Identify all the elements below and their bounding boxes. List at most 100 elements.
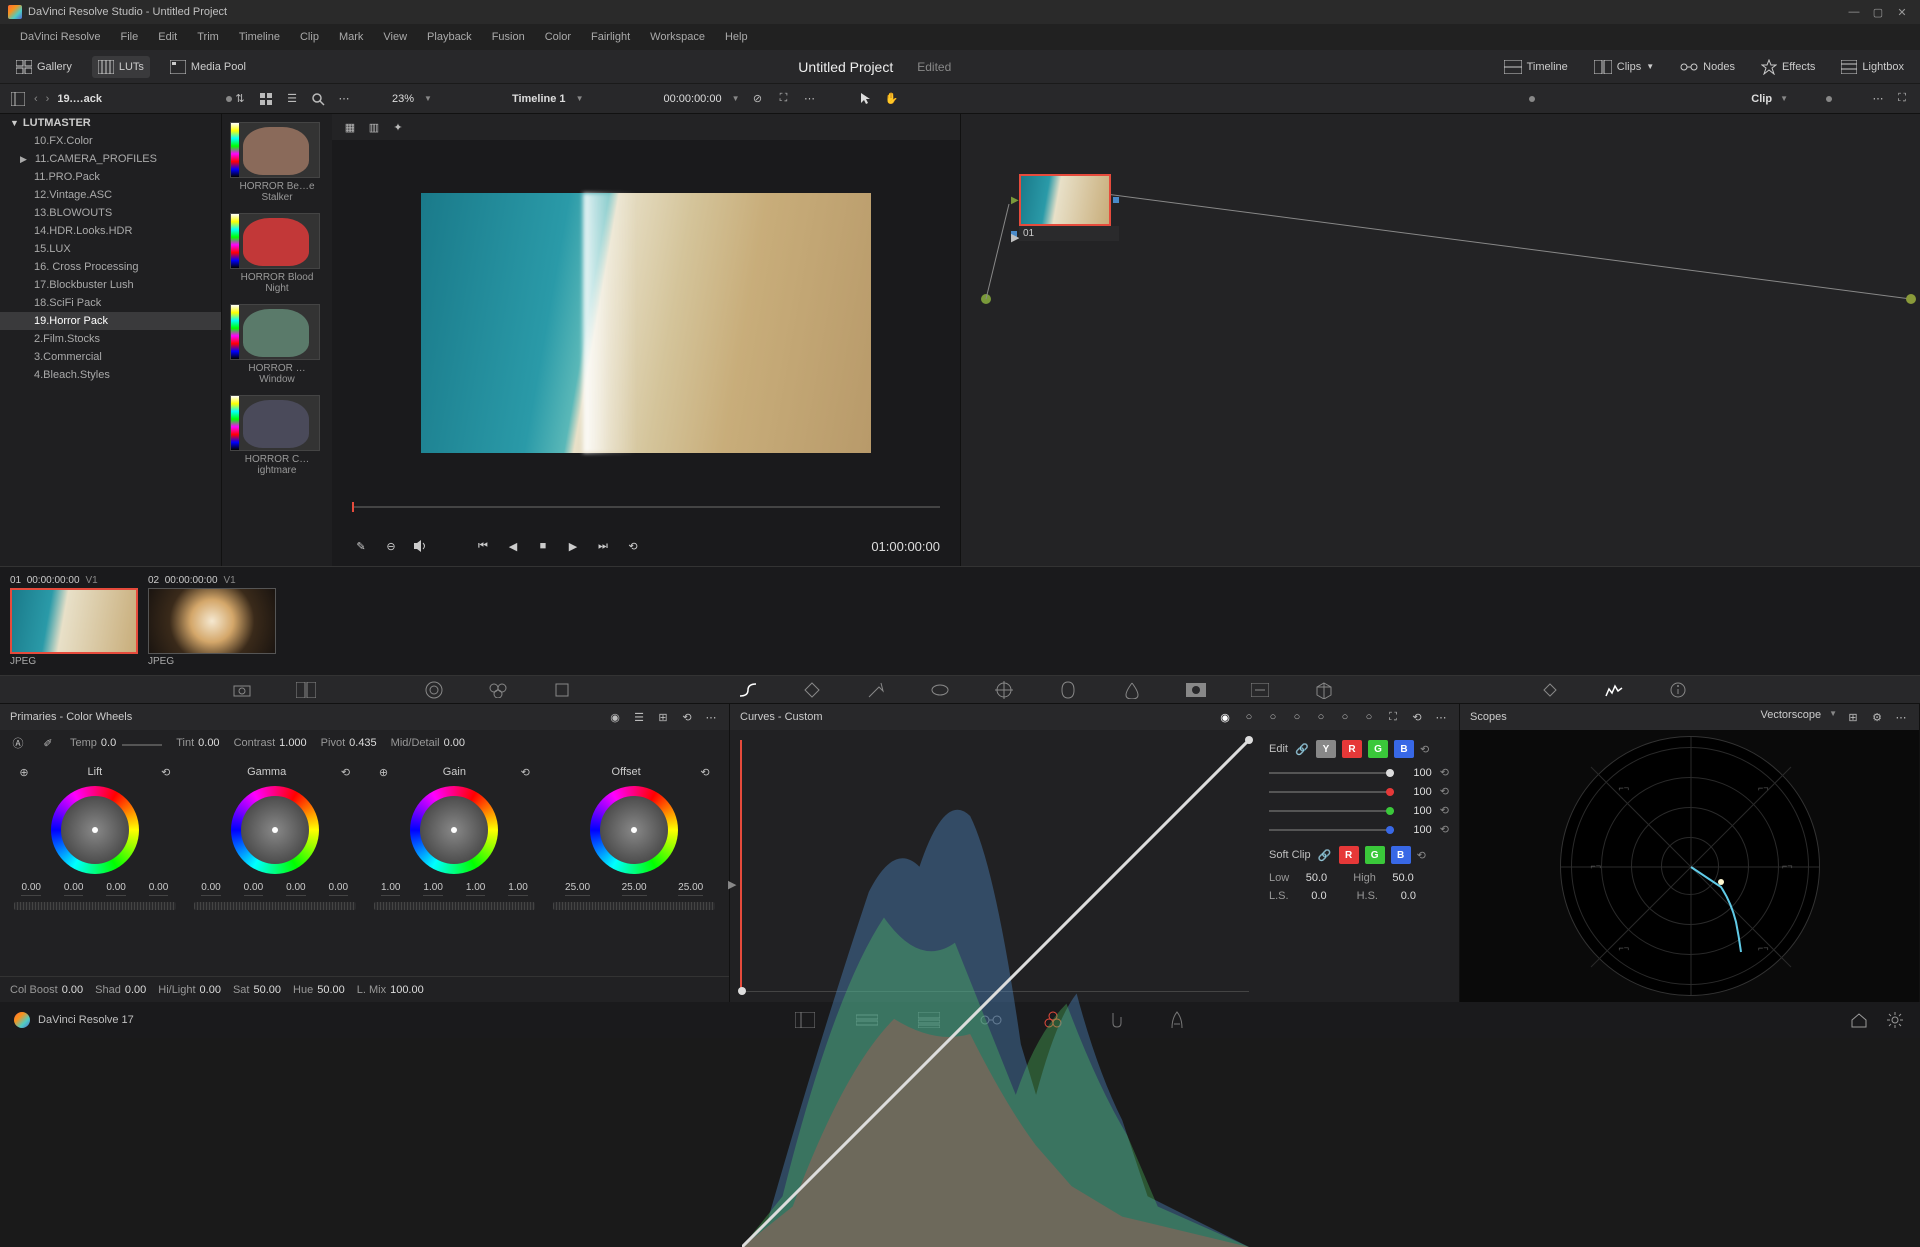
clip-slot[interactable]: 02 00:00:00:00V1 JPEG [148, 573, 276, 669]
menu-playback[interactable]: Playback [417, 24, 482, 50]
curve-mode2-icon[interactable]: ○ [1265, 709, 1281, 725]
curve-mode5-icon[interactable]: ○ [1337, 709, 1353, 725]
scope-chevron-icon[interactable]: ▼ [1829, 709, 1837, 725]
offset-master-wheel[interactable] [553, 902, 715, 910]
menu-fairlight[interactable]: Fairlight [581, 24, 640, 50]
curve-point-white[interactable] [1245, 736, 1253, 744]
r-channel-button[interactable]: R [1342, 740, 1362, 758]
lut-folder-item[interactable]: 15.LUX [0, 240, 221, 258]
menu-help[interactable]: Help [715, 24, 758, 50]
offset-reset-icon[interactable]: ⟲ [697, 764, 713, 780]
edit-reset-icon[interactable]: ⟲ [1420, 743, 1429, 756]
hdr-wheels-icon[interactable] [423, 679, 445, 701]
color-wheels-icon[interactable] [359, 679, 381, 701]
y-channel-button[interactable]: Y [1316, 740, 1336, 758]
clip-label[interactable]: Clip [1751, 93, 1772, 105]
gamma-wheel[interactable] [231, 786, 319, 874]
lut-folder-item[interactable]: 12.Vintage.ASC [0, 186, 221, 204]
camera-raw-icon[interactable] [231, 679, 253, 701]
gain-master-wheel[interactable] [374, 902, 536, 910]
lightbox-button[interactable]: Lightbox [1835, 56, 1910, 78]
node-more-icon[interactable]: ⋯ [1870, 91, 1886, 107]
magic-mask-icon[interactable] [1057, 679, 1079, 701]
auto-balance-icon[interactable]: Ⓐ [10, 735, 26, 751]
curve-graph[interactable]: ▶ [740, 740, 1249, 992]
nodes-button[interactable]: Nodes [1674, 56, 1741, 78]
viewer-canvas[interactable] [332, 140, 960, 506]
sc-r-button[interactable]: R [1339, 846, 1359, 864]
gamma-reset-icon[interactable]: ⟲ [338, 764, 354, 780]
home-button[interactable] [1848, 1009, 1870, 1031]
softclip-ls[interactable]: 0.0 [1297, 890, 1327, 902]
lut-folder-item[interactable]: 2.Film.Stocks [0, 330, 221, 348]
menu-fusion[interactable]: Fusion [482, 24, 535, 50]
menu-view[interactable]: View [373, 24, 417, 50]
3d-icon[interactable] [1313, 679, 1335, 701]
back-button[interactable]: ‹ [34, 93, 38, 105]
lut-thumb[interactable]: HORROR … Window [230, 304, 324, 385]
primaries-more-icon[interactable]: ⋯ [703, 709, 719, 725]
tint-value[interactable]: 0.00 [198, 737, 219, 749]
pivot-value[interactable]: 0.435 [349, 737, 377, 749]
menu-clip[interactable]: Clip [290, 24, 329, 50]
playhead[interactable] [352, 502, 354, 512]
lut-folder-item[interactable]: 18.SciFi Pack [0, 294, 221, 312]
luts-button[interactable]: LUTs [92, 56, 150, 78]
menu-workspace[interactable]: Workspace [640, 24, 715, 50]
softclip-link-icon[interactable]: 🔗 [1317, 847, 1333, 863]
g-reset-icon[interactable]: ⟲ [1440, 804, 1449, 817]
window-icon[interactable] [929, 679, 951, 701]
bars-mode-icon[interactable]: ☰ [631, 709, 647, 725]
softclip-low[interactable]: 50.0 [1297, 872, 1327, 884]
b-channel-button[interactable]: B [1394, 740, 1414, 758]
lift-master-wheel[interactable] [14, 902, 176, 910]
shad-value[interactable]: 0.00 [125, 984, 146, 996]
luts-folder-header[interactable]: ▼ LUTMASTER [0, 114, 221, 132]
gamma-master-wheel[interactable] [194, 902, 356, 910]
maximize-button[interactable]: ▢ [1868, 4, 1888, 20]
scope-more-icon[interactable]: ⋯ [1893, 709, 1909, 725]
clip-slot[interactable]: 01 00:00:00:00V1 JPEG [10, 573, 138, 669]
menu-davinci[interactable]: DaVinci Resolve [10, 24, 111, 50]
project-settings-button[interactable] [1884, 1009, 1906, 1031]
vectorscope[interactable]: ⌐¬ ⌐¬ ⌐¬ ⌐¬ ⌐¬ ⌐¬ [1560, 736, 1820, 996]
sidebar-toggle-icon[interactable] [10, 91, 26, 107]
curve-custom-icon[interactable]: ◉ [1217, 709, 1233, 725]
corrector-node[interactable]: ▶ ▶01 [1011, 174, 1119, 241]
g-intensity[interactable]: 100 [1402, 805, 1432, 817]
timeline-name[interactable]: Timeline 1 [512, 93, 566, 105]
gain-picker-icon[interactable]: ⊕ [376, 764, 392, 780]
keyframe-icon[interactable] [1539, 679, 1561, 701]
scope-settings-icon[interactable]: ⚙ [1869, 709, 1885, 725]
clips-button[interactable]: Clips ▼ [1588, 56, 1660, 78]
forward-button[interactable]: › [46, 93, 50, 105]
lmix-value[interactable]: 100.00 [390, 984, 424, 996]
y-intensity[interactable]: 100 [1402, 767, 1432, 779]
play-button[interactable]: ▶ [564, 537, 582, 555]
wand-icon[interactable]: ✦ [390, 119, 406, 135]
color-match-icon[interactable] [295, 679, 317, 701]
lut-folder-item[interactable]: 17.Blockbuster Lush [0, 276, 221, 294]
blur-icon[interactable] [1121, 679, 1143, 701]
unmix-icon[interactable]: ⊖ [382, 537, 400, 555]
lut-folder-item[interactable]: 16. Cross Processing [0, 258, 221, 276]
lut-folder-item[interactable]: 14.HDR.Looks.HDR [0, 222, 221, 240]
motion-effects-icon[interactable] [551, 679, 573, 701]
lut-folder-item-selected[interactable]: 19.Horror Pack [0, 312, 221, 330]
lift-picker-icon[interactable]: ⊕ [16, 764, 32, 780]
rgb-mixer-icon[interactable] [487, 679, 509, 701]
next-clip-button[interactable]: ⏭ [594, 537, 612, 555]
node-expand-icon[interactable]: ⛶ [1894, 91, 1910, 107]
scope-layout-icon[interactable]: ⊞ [1845, 709, 1861, 725]
grid-view-icon[interactable] [258, 91, 274, 107]
curve-expand-icon[interactable]: ⛶ [1385, 709, 1401, 725]
mute-icon[interactable] [412, 537, 430, 555]
pointer-icon[interactable] [858, 91, 874, 107]
sort-icon[interactable]: ⇅ [232, 91, 248, 107]
lut-thumb[interactable]: HORROR Be…e Stalker [230, 122, 324, 203]
menu-timeline[interactable]: Timeline [229, 24, 290, 50]
curve-mode3-icon[interactable]: ○ [1289, 709, 1305, 725]
hand-icon[interactable]: ✋ [884, 91, 900, 107]
clip-chevron-icon[interactable]: ▼ [1780, 94, 1788, 103]
softclip-high[interactable]: 50.0 [1384, 872, 1414, 884]
